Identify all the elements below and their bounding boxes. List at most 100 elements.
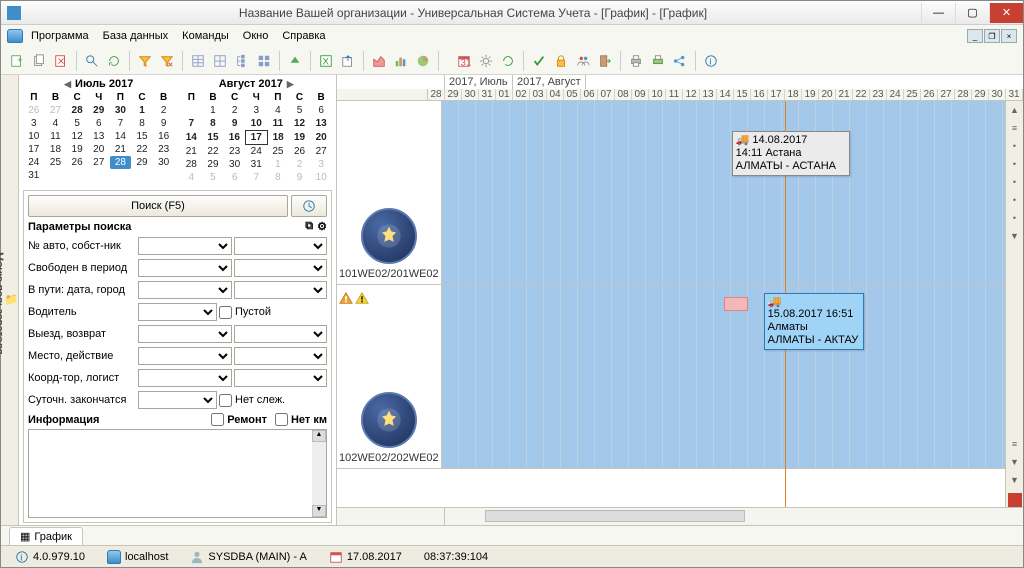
tool-search[interactable] [82,51,102,71]
gantt-row-2: 102WE02/202WE02 🚚 15.08.2017 16:51 Алмат… [337,285,1005,469]
side-z1[interactable]: • [1008,141,1022,155]
tool-info[interactable]: i [701,51,721,71]
side-dn1[interactable]: ≡ [1008,439,1022,453]
status-bar: i4.0.979.10 localhost SYSDBA (MAIN) - A … [1,545,1023,567]
logist-combo[interactable] [234,369,328,387]
cal-next[interactable]: ▶ [287,79,294,90]
tab-grafik[interactable]: ▦График [9,527,83,545]
user-menu-tab[interactable]: 📁 Меню пользователя [1,75,19,525]
event-2[interactable]: 🚚 15.08.2017 16:51 Алматы АЛМАТЫ - АКТАУ [764,293,864,350]
gantt-row-1: 101WE02/201WE02 🚚 14.08.2017 14:11 Астан… [337,101,1005,285]
cal-prev[interactable]: ◀ [64,79,71,90]
tool-calendar[interactable]: 31 [454,51,474,71]
side-stop[interactable] [1008,493,1022,507]
tool-lock[interactable] [551,51,571,71]
warning-yellow-icon [355,291,369,305]
side-dn2[interactable]: ▼ [1008,457,1022,471]
side-z3[interactable]: • [1008,177,1022,191]
info-textarea[interactable]: ▲▼ [28,429,327,518]
lbl-coord: Коорд-тор, логист [28,372,136,384]
maximize-button[interactable]: ▢ [955,3,989,23]
tool-print2[interactable] [648,51,668,71]
document-tabs: ▦График [1,525,1023,545]
close-button[interactable]: ✕ [989,3,1023,23]
gear-icon[interactable]: ⚙ [317,220,327,233]
side-z5[interactable]: • [1008,213,1022,227]
minimize-button[interactable]: — [921,3,955,23]
tool-refresh[interactable] [104,51,124,71]
tool-refresh2[interactable] [498,51,518,71]
svg-text:31: 31 [461,57,472,68]
tool-share[interactable] [670,51,690,71]
chk-nokm[interactable]: Нет км [275,413,327,426]
database-icon [7,29,23,43]
ret-combo[interactable] [234,325,328,343]
gantt-side-tools: ▲ ≡ • • • • • ▼ ≡ ▼ ▼ [1005,101,1023,507]
route-city-combo[interactable] [234,281,328,299]
user-menu-tab-label: Меню пользователя [0,252,5,354]
calendar-july[interactable]: ◀Июль 2017 ПВСЧПСВ2627282930123456789101… [23,77,175,184]
tool-up[interactable] [285,51,305,71]
copy-icon[interactable]: ⧉ [305,220,313,233]
action-combo[interactable] [234,347,328,365]
search-button[interactable]: Поиск (F5) [28,195,288,217]
event-strip-red[interactable] [724,297,748,311]
coord-combo[interactable] [138,369,232,387]
side-dn3[interactable]: ▼ [1008,475,1022,489]
svg-text:i: i [709,56,711,67]
side-dbl[interactable]: ≡ [1008,123,1022,137]
tool-print[interactable] [626,51,646,71]
route-date-combo[interactable] [138,281,232,299]
tool-door[interactable] [595,51,615,71]
tool-filter[interactable] [135,51,155,71]
mdi-close[interactable]: × [1001,29,1017,43]
hscroll-thumb[interactable] [485,510,745,522]
lbl-daily: Суточн. закончатся [28,394,136,406]
tool-check[interactable] [529,51,549,71]
tool-cards[interactable] [254,51,274,71]
owner-combo[interactable] [234,237,328,255]
tool-delete[interactable] [51,51,71,71]
menu-help[interactable]: Справка [276,28,331,44]
tool-copy[interactable] [29,51,49,71]
mdi-restore[interactable]: ❐ [984,29,1000,43]
menu-database[interactable]: База данных [97,28,175,44]
tool-excel[interactable]: X [316,51,336,71]
side-z2[interactable]: • [1008,159,1022,173]
menu-commands[interactable]: Команды [176,28,235,44]
tool-tree[interactable] [232,51,252,71]
driver-combo[interactable] [138,303,217,321]
tool-chart2[interactable] [391,51,411,71]
free-from-combo[interactable] [138,259,232,277]
chk-repair[interactable]: Ремонт [211,413,267,426]
menu-window[interactable]: Окно [237,28,275,44]
side-z4[interactable]: • [1008,195,1022,209]
tool-filter-clear[interactable] [157,51,177,71]
cal-title-july: Июль 2017 [75,78,133,90]
truck-icon: 🚚 [736,134,750,146]
gantt-hscroll[interactable] [337,507,1023,525]
dep-combo[interactable] [138,325,232,343]
side-up[interactable]: ▲ [1008,105,1022,119]
event-1[interactable]: 🚚 14.08.2017 14:11 Астана АЛМАТЫ - АСТАН… [732,131,850,176]
auto-combo[interactable] [138,237,232,255]
clock-button[interactable] [291,195,327,217]
tool-pie[interactable] [413,51,433,71]
place-combo[interactable] [138,347,232,365]
daily-combo[interactable] [138,391,217,409]
chk-empty[interactable]: Пустой [219,306,327,319]
calendar-august[interactable]: Август 2017▶ ПВСЧПСВ12345678910111213141… [181,77,333,184]
tool-chart1[interactable] [369,51,389,71]
tool-export[interactable] [338,51,358,71]
tool-grid1[interactable] [188,51,208,71]
menu-program[interactable]: Программа [25,28,95,44]
mdi-minimize[interactable]: _ [967,29,983,43]
info-scrollbar[interactable]: ▲▼ [312,430,326,517]
free-to-combo[interactable] [234,259,328,277]
tool-grid2[interactable] [210,51,230,71]
tool-users[interactable] [573,51,593,71]
side-down[interactable]: ▼ [1008,231,1022,245]
chk-notrack[interactable]: Нет слеж. [219,394,327,407]
tool-settings[interactable] [476,51,496,71]
tool-new[interactable]: + [7,51,27,71]
